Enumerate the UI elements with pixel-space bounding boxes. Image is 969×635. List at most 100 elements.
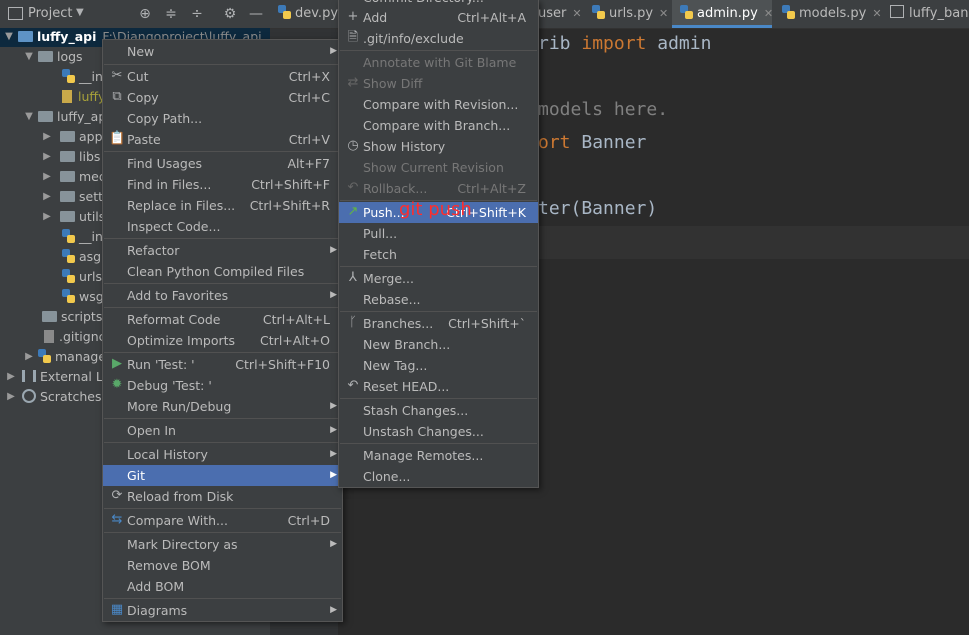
project-header: Project ▼ ⊕ ≑ ÷ ⚙ — — [0, 0, 270, 29]
menu-item-mark-directory[interactable]: Mark Directory as ▶ — [103, 534, 342, 555]
tree-item[interactable]: ▶ External Li — [6, 367, 106, 387]
folder-icon — [38, 111, 53, 122]
menu-item-new[interactable]: New ▶ — [103, 41, 342, 62]
submenu-arrow-icon: ▶ — [330, 470, 337, 480]
tree-item[interactable]: asgi — [62, 247, 105, 267]
menu-item-remove-bom[interactable]: Remove BOM — [103, 555, 342, 576]
menu-item-manage-remotes[interactable]: Manage Remotes... — [339, 445, 538, 466]
menu-item-refactor[interactable]: Refactor ▶ — [103, 240, 342, 261]
tree-item[interactable]: ▶ Scratches a — [6, 387, 113, 407]
tab-luffy-banner[interactable]: luffy_bann — [890, 0, 969, 28]
tree-item[interactable]: scripts — [42, 307, 102, 327]
tree-item[interactable]: __ini — [62, 227, 106, 247]
menu-item-fetch[interactable]: Fetch — [339, 244, 538, 265]
tree-item[interactable]: ▶ libs — [42, 147, 100, 167]
close-icon[interactable]: ✕ — [572, 7, 581, 20]
tree-item[interactable]: .gitignc — [44, 327, 105, 347]
menu-item-replace-in-files[interactable]: Replace in Files... Ctrl+Shift+R — [103, 195, 342, 216]
menu-item-branches[interactable]: ᚴ Branches... Ctrl+Shift+` — [339, 313, 538, 334]
rollback-icon: ↶ — [347, 180, 359, 195]
tree-item[interactable]: wsg — [62, 287, 104, 307]
tree-item[interactable]: ▶ app — [42, 127, 102, 147]
close-icon[interactable]: ✕ — [659, 7, 668, 20]
menu-item-rollback[interactable]: ↶ Rollback... Ctrl+Alt+Z — [339, 178, 538, 199]
menu-item-reset-head[interactable]: ↶ Reset HEAD... — [339, 376, 538, 397]
separator — [104, 442, 341, 443]
menu-item-reformat-code[interactable]: Reformat Code Ctrl+Alt+L — [103, 309, 342, 330]
menu-item-pull[interactable]: Pull... — [339, 223, 538, 244]
tree-item[interactable]: ▼ luffy_ap — [24, 107, 106, 127]
menu-item-unstash[interactable]: Unstash Changes... — [339, 421, 538, 442]
tree-item[interactable]: luffy — [62, 87, 105, 107]
tab-models[interactable]: models.py ✕ — [782, 0, 882, 28]
menu-item-optimize-imports[interactable]: Optimize Imports Ctrl+Alt+O — [103, 330, 342, 351]
expand-all-icon[interactable]: ≑ — [163, 6, 179, 22]
caret-line-highlight — [538, 226, 969, 259]
close-icon[interactable]: ✕ — [872, 7, 881, 20]
annotation-text: git push — [399, 199, 472, 220]
library-icon — [22, 370, 36, 382]
minimize-icon[interactable]: — — [248, 6, 264, 22]
menu-item-add-bom[interactable]: Add BOM — [103, 576, 342, 597]
menu-item-reload-from-disk[interactable]: ⟳ Reload from Disk — [103, 486, 342, 507]
menu-item-merge[interactable]: ⅄ Merge... — [339, 268, 538, 289]
tree-item[interactable]: ▶ utils — [42, 207, 105, 227]
menu-item-inspect-code[interactable]: Inspect Code... — [103, 216, 342, 237]
menu-item-find-in-files[interactable]: Find in Files... Ctrl+Shift+F — [103, 174, 342, 195]
separator — [340, 266, 537, 267]
python-file-icon — [278, 5, 291, 19]
tree-item[interactable]: ▼ logs — [24, 47, 82, 67]
menu-item-stash[interactable]: Stash Changes... — [339, 400, 538, 421]
tree-item[interactable]: ▶ setti — [42, 187, 106, 207]
tab-dev[interactable]: dev.py — [278, 0, 338, 28]
menu-item-local-history[interactable]: Local History ▶ — [103, 444, 342, 465]
menu-item-open-in[interactable]: Open In ▶ — [103, 420, 342, 441]
menu-item-copy[interactable]: ⧉ Copy Ctrl+C — [103, 87, 342, 108]
push-arrow-icon: ↗ — [347, 204, 359, 219]
menu-item-clean-python[interactable]: Clean Python Compiled Files — [103, 261, 342, 282]
menu-item-show-history[interactable]: ◷ Show History — [339, 136, 538, 157]
menu-item-clone[interactable]: Clone... — [339, 466, 538, 487]
tab-admin[interactable]: admin.py ✕ — [672, 0, 773, 28]
separator — [340, 311, 537, 312]
menu-item-git[interactable]: Git ▶ — [103, 465, 342, 486]
menu-item-compare-branch[interactable]: Compare with Branch... — [339, 115, 538, 136]
python-file-icon — [38, 349, 51, 363]
menu-item-git-exclude[interactable]: 🗎 .git/info/exclude — [339, 28, 538, 49]
menu-item-new-tag[interactable]: New Tag... — [339, 355, 538, 376]
menu-item-new-branch[interactable]: New Branch... — [339, 334, 538, 355]
menu-item-add[interactable]: + Add Ctrl+Alt+A — [339, 7, 538, 28]
menu-item-paste[interactable]: 📋 Paste Ctrl+V — [103, 129, 342, 150]
menu-item-run[interactable]: ▶ Run 'Test: ' Ctrl+Shift+F10 — [103, 354, 342, 375]
log-file-icon — [62, 90, 72, 103]
tab-user[interactable]: user ✕ — [538, 0, 582, 28]
tab-urls[interactable]: urls.py ✕ — [592, 0, 674, 28]
menu-item-diagrams[interactable]: ▦ Diagrams ▶ — [103, 600, 342, 621]
locate-icon[interactable]: ⊕ — [137, 6, 153, 22]
menu-item-compare-revision[interactable]: Compare with Revision... — [339, 94, 538, 115]
menu-item-annotate[interactable]: Annotate with Git Blame — [339, 52, 538, 73]
menu-item-compare-with[interactable]: ⇆ Compare With... Ctrl+D — [103, 510, 342, 531]
tree-item[interactable]: urls. — [62, 267, 106, 287]
collapse-all-icon[interactable]: ÷ — [189, 6, 205, 22]
tree-item[interactable]: __ini — [62, 67, 106, 87]
menu-item-copy-path[interactable]: Copy Path... — [103, 108, 342, 129]
menu-item-debug[interactable]: ✹ Debug 'Test: ' — [103, 375, 342, 396]
reload-icon: ⟳ — [111, 488, 123, 503]
chevron-down-icon[interactable]: ▼ — [76, 7, 84, 18]
menu-item-find-usages[interactable]: Find Usages Alt+F7 — [103, 153, 342, 174]
menu-item-show-diff[interactable]: ⇄ Show Diff — [339, 73, 538, 94]
menu-item-cut[interactable]: ✂ Cut Ctrl+X — [103, 66, 342, 87]
menu-item-show-current-revision[interactable]: Show Current Revision — [339, 157, 538, 178]
menu-item-rebase[interactable]: Rebase... — [339, 289, 538, 310]
gear-icon[interactable]: ⚙ — [222, 6, 238, 22]
tree-item[interactable]: ▶ med — [42, 167, 107, 187]
diff-icon: ⇄ — [347, 75, 359, 90]
tree-item[interactable]: ▶ manage — [24, 347, 106, 367]
project-title[interactable]: Project — [28, 6, 72, 21]
menu-item-more-run-debug[interactable]: More Run/Debug ▶ — [103, 396, 342, 417]
menu-item-add-to-favorites[interactable]: Add to Favorites ▶ — [103, 285, 342, 306]
table-icon — [890, 5, 904, 18]
branch-icon: ᚴ — [349, 315, 357, 330]
close-icon[interactable]: ✕ — [764, 7, 773, 20]
